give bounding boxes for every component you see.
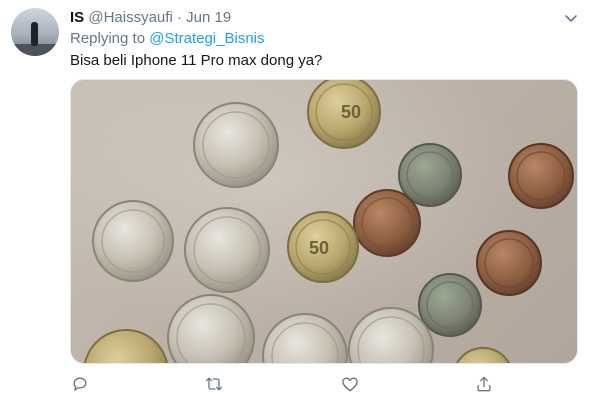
coin [353, 189, 421, 257]
avatar-figure [31, 22, 38, 46]
coin [92, 200, 174, 282]
coins-photo: 50 50 [83, 80, 574, 363]
coin [455, 347, 511, 363]
coin [193, 102, 279, 188]
coin [167, 294, 255, 363]
coin: 50 [287, 211, 359, 283]
coin: 50 [307, 80, 381, 149]
retweet-icon[interactable] [204, 374, 226, 396]
like-icon[interactable] [340, 374, 362, 396]
replying-to-mention[interactable]: @Strategi_Bisnis [149, 30, 264, 47]
replying-to-line: Replying to @Strategi_Bisnis [70, 29, 265, 49]
avatar[interactable] [11, 8, 59, 56]
coin-mark: 50 [341, 102, 361, 122]
coin [262, 313, 348, 363]
coin [476, 230, 542, 296]
tweet-text: Bisa beli Iphone 11 Pro max dong ya? [70, 52, 323, 69]
coin [184, 207, 270, 293]
tweet-date[interactable]: Jun 19 [186, 9, 231, 26]
display-name[interactable]: IS [70, 9, 84, 26]
tweet-photo[interactable]: 50 50 [70, 79, 578, 364]
share-icon[interactable] [474, 374, 496, 396]
coin [508, 143, 574, 209]
coin-mark: 50 [309, 238, 329, 258]
handle[interactable]: @Haissyaufi [88, 9, 172, 26]
replying-prefix: Replying to [70, 30, 146, 47]
caret-down-icon[interactable] [563, 10, 579, 26]
coin [83, 329, 169, 363]
coin [418, 273, 482, 337]
tweet-actions [70, 374, 510, 396]
separator: · [176, 9, 182, 26]
tweet-header: IS @Haissyaufi · Jun 19 [70, 8, 231, 28]
reply-icon[interactable] [70, 374, 92, 396]
